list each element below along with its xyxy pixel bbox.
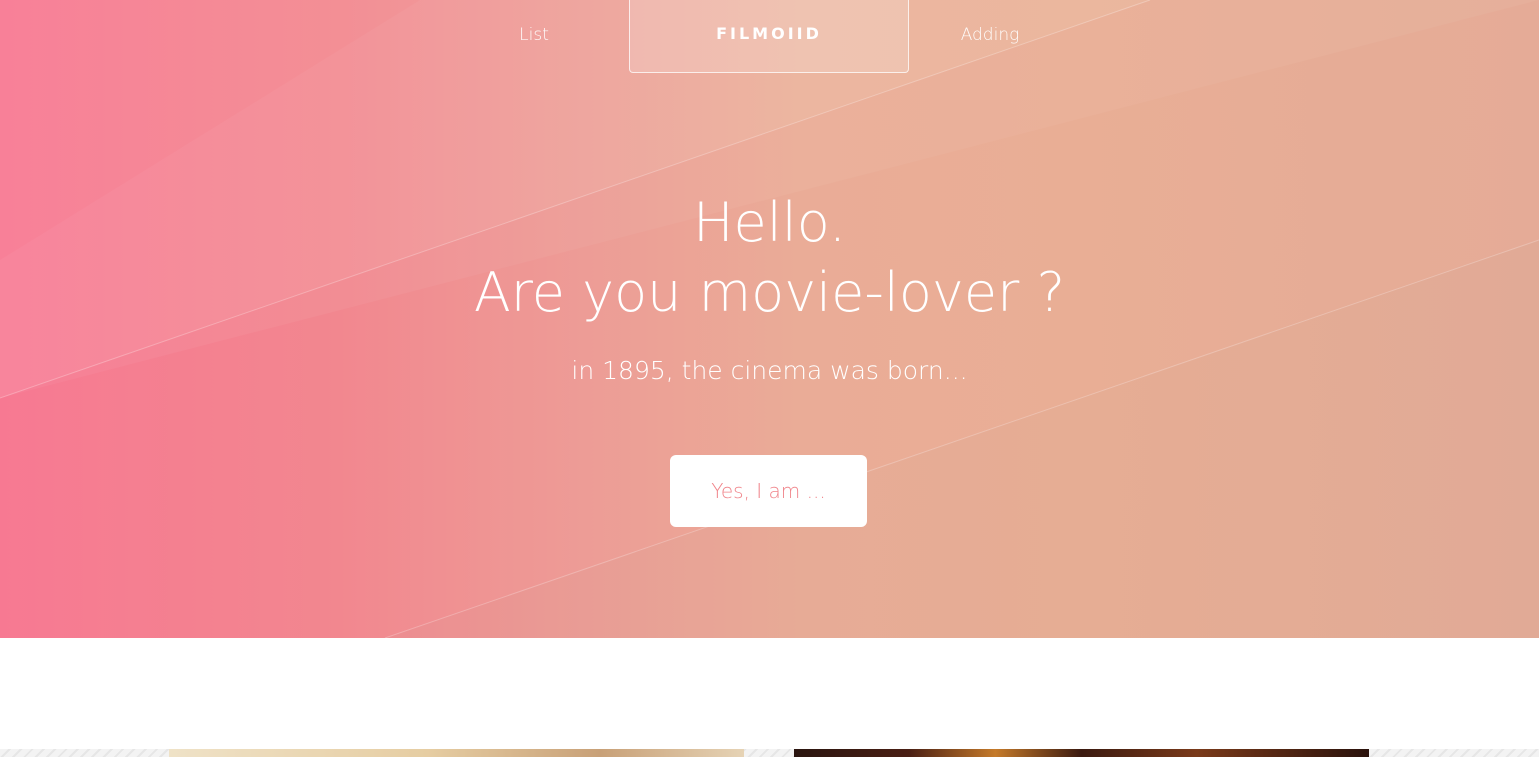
hero-headline: Hello. Are you movie-lover ? (0, 188, 1539, 328)
page: List FILMOIID Adding Hello. Are you movi… (0, 0, 1539, 757)
hero-headline-line1: Hello. (692, 191, 847, 254)
movie-poster-1[interactable] (169, 749, 744, 757)
hero-tagline: in 1895, the cinema was born... (571, 356, 968, 385)
yes-i-am-button[interactable]: Yes, I am ... (670, 455, 867, 527)
nav-link-list[interactable]: List (474, 0, 594, 70)
hero-section: List FILMOIID Adding Hello. Are you movi… (0, 0, 1539, 638)
brand-logo[interactable]: FILMOIID (629, 0, 909, 73)
movie-poster-2[interactable] (794, 749, 1369, 757)
hero-headline-line2: Are you movie-lover ? (473, 261, 1066, 324)
movie-gallery (0, 749, 1539, 757)
nav-link-adding[interactable]: Adding (930, 0, 1050, 70)
top-navigation: List FILMOIID Adding (0, 0, 1539, 73)
